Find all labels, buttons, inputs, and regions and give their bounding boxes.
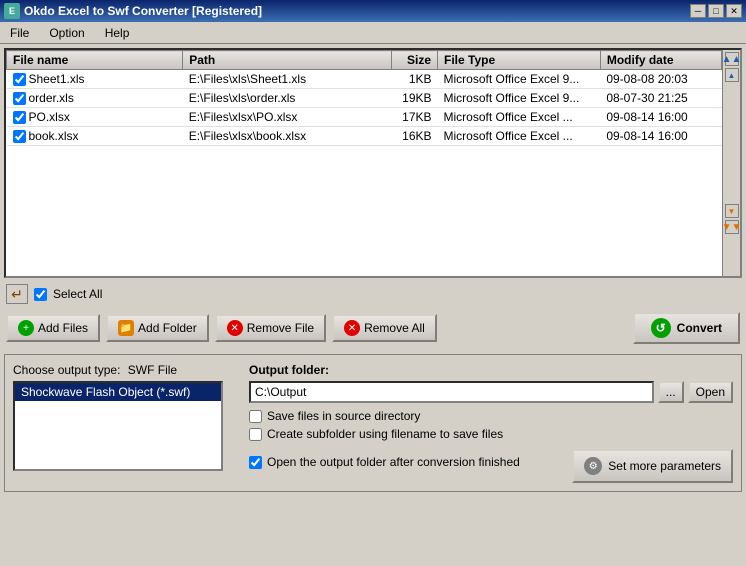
menu-option[interactable]: Option (43, 24, 90, 42)
table-row: order.xls E:\Files\xls\order.xls 19KB Mi… (7, 89, 722, 108)
col-header-filename: File name (7, 51, 183, 70)
row-checkbox-1[interactable] (13, 92, 26, 105)
add-folder-icon: 📁 (118, 320, 134, 336)
cell-path-2: E:\Files\xlsx\PO.xlsx (183, 108, 392, 127)
list-controls: ↵ Select All (4, 280, 742, 308)
close-button[interactable]: ✕ (726, 4, 742, 18)
table-row: Sheet1.xls E:\Files\xls\Sheet1.xls 1KB M… (7, 70, 722, 89)
cell-size-1: 19KB (392, 89, 438, 108)
minimize-button[interactable]: ─ (690, 4, 706, 18)
table-row: PO.xlsx E:\Files\xlsx\PO.xlsx 17KB Micro… (7, 108, 722, 127)
cell-type-0: Microsoft Office Excel 9... (438, 70, 601, 89)
menu-file[interactable]: File (4, 24, 35, 42)
cell-filename-2: PO.xlsx (7, 108, 183, 127)
add-folder-button[interactable]: 📁 Add Folder (106, 314, 209, 342)
cell-path-1: E:\Files\xls\order.xls (183, 89, 392, 108)
cell-modified-1: 08-07-30 21:25 (600, 89, 721, 108)
col-header-path: Path (183, 51, 392, 70)
remove-all-button[interactable]: ✕ Remove All (332, 314, 437, 342)
scroll-bottom-button[interactable]: ▼▼ (725, 220, 739, 234)
set-more-params-button[interactable]: ⚙ Set more parameters (572, 449, 733, 483)
main-content: File name Path Size File Type Modify dat… (0, 44, 746, 566)
add-files-button[interactable]: + Add Files (6, 314, 100, 342)
folder-row: ... Open (249, 381, 733, 403)
title-bar-text: E Okdo Excel to Swf Converter [Registere… (4, 3, 262, 19)
cell-size-3: 16KB (392, 127, 438, 146)
open-after-conversion-label: Open the output folder after conversion … (267, 455, 520, 469)
title-bar-controls: ─ □ ✕ (690, 4, 742, 18)
scroll-controls: ▲▲ ▲ ▼ ▼▼ (722, 50, 740, 276)
action-buttons: + Add Files 📁 Add Folder ✕ Remove File ✕… (4, 308, 742, 348)
file-list-inner: File name Path Size File Type Modify dat… (6, 50, 722, 276)
cell-size-0: 1KB (392, 70, 438, 89)
title-bar: E Okdo Excel to Swf Converter [Registere… (0, 0, 746, 22)
cell-modified-2: 09-08-14 16:00 (600, 108, 721, 127)
cell-type-2: Microsoft Office Excel ... (438, 108, 601, 127)
create-subfolder-checkbox[interactable] (249, 428, 262, 441)
output-type-label: Choose output type: (13, 363, 120, 377)
col-header-size: Size (392, 51, 438, 70)
table-row: book.xlsx E:\Files\xlsx\book.xlsx 16KB M… (7, 127, 722, 146)
cell-filename-3: book.xlsx (7, 127, 183, 146)
file-table: File name Path Size File Type Modify dat… (6, 50, 722, 146)
scroll-up-button[interactable]: ▲ (725, 68, 739, 82)
output-type-item[interactable]: Shockwave Flash Object (*.swf) (15, 383, 221, 401)
cell-type-3: Microsoft Office Excel ... (438, 127, 601, 146)
output-type-section: Choose output type: SWF File Shockwave F… (13, 363, 233, 483)
remove-all-icon: ✕ (344, 320, 360, 336)
maximize-button[interactable]: □ (708, 4, 724, 18)
checkbox-row-1: Save files in source directory (249, 409, 733, 423)
select-all-checkbox[interactable] (34, 288, 47, 301)
menu-help[interactable]: Help (99, 24, 136, 42)
cell-path-3: E:\Files\xlsx\book.xlsx (183, 127, 392, 146)
scroll-top-button[interactable]: ▲▲ (725, 52, 739, 66)
cell-size-2: 17KB (392, 108, 438, 127)
back-button[interactable]: ↵ (6, 284, 28, 304)
output-folder-section: Output folder: ... Open Save files in so… (249, 363, 733, 483)
gear-icon: ⚙ (584, 457, 602, 475)
row-checkbox-3[interactable] (13, 130, 26, 143)
cell-type-1: Microsoft Office Excel 9... (438, 89, 601, 108)
cell-filename-1: order.xls (7, 89, 183, 108)
menu-bar: File Option Help (0, 22, 746, 44)
save-source-label: Save files in source directory (267, 409, 420, 423)
col-header-filetype: File Type (438, 51, 601, 70)
output-type-value: SWF File (128, 363, 177, 377)
cell-filename-0: Sheet1.xls (7, 70, 183, 89)
convert-button[interactable]: ↺ Convert (633, 312, 740, 344)
output-type-header: Choose output type: SWF File (13, 363, 233, 377)
cell-modified-0: 09-08-08 20:03 (600, 70, 721, 89)
browse-button[interactable]: ... (658, 381, 684, 403)
app-icon: E (4, 3, 20, 19)
remove-file-icon: ✕ (227, 320, 243, 336)
col-header-modified: Modify date (600, 51, 721, 70)
checkbox-row-2: Create subfolder using filename to save … (249, 427, 733, 441)
select-all-label: Select All (53, 287, 102, 301)
row-checkbox-0[interactable] (13, 73, 26, 86)
cell-modified-3: 09-08-14 16:00 (600, 127, 721, 146)
file-list-container: File name Path Size File Type Modify dat… (4, 48, 742, 278)
add-files-icon: + (18, 320, 34, 336)
bottom-panel: Choose output type: SWF File Shockwave F… (4, 354, 742, 492)
scroll-down-button[interactable]: ▼ (725, 204, 739, 218)
row-checkbox-2[interactable] (13, 111, 26, 124)
remove-file-button[interactable]: ✕ Remove File (215, 314, 326, 342)
convert-icon: ↺ (651, 318, 671, 338)
folder-label: Output folder: (249, 363, 733, 377)
output-type-listbox[interactable]: Shockwave Flash Object (*.swf) (13, 381, 223, 471)
save-source-checkbox[interactable] (249, 410, 262, 423)
create-subfolder-label: Create subfolder using filename to save … (267, 427, 503, 441)
checkbox-row-3: Open the output folder after conversion … (249, 455, 520, 469)
open-folder-button[interactable]: Open (688, 381, 733, 403)
folder-path-input[interactable] (249, 381, 654, 403)
cell-path-0: E:\Files\xls\Sheet1.xls (183, 70, 392, 89)
open-after-conversion-checkbox[interactable] (249, 456, 262, 469)
